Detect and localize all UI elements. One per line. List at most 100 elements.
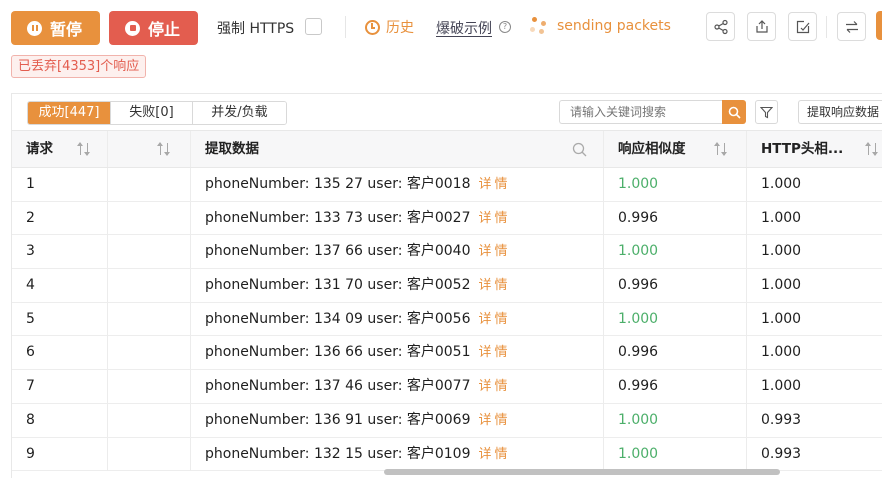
- cell-http: 0.993: [746, 403, 882, 437]
- cell-extract: phoneNumber: 131 70 user: 客户0052 详情: [190, 269, 603, 303]
- cell-http: 1.000: [746, 302, 882, 336]
- spinner-icon: [530, 17, 548, 35]
- cell-similarity: 1.000: [603, 235, 746, 269]
- history-label: 历史: [386, 20, 414, 36]
- extract-text: phoneNumber: 137 46 user: 客户0077: [205, 378, 471, 395]
- sending-status: sending packets: [530, 17, 671, 35]
- stop-button[interactable]: 停止: [109, 11, 198, 45]
- extract-text: phoneNumber: 134 09 user: 客户0056: [205, 310, 471, 327]
- cell-blank: [107, 235, 190, 269]
- column-similarity[interactable]: 响应相似度: [603, 131, 746, 167]
- detail-link[interactable]: 详情: [479, 278, 511, 293]
- cell-blank: [107, 437, 190, 471]
- column-http-header[interactable]: HTTP头相...: [746, 131, 882, 167]
- cell-http: 1.000: [746, 235, 882, 269]
- detail-link[interactable]: 详情: [479, 177, 511, 192]
- cell-request: 2: [26, 209, 35, 226]
- swap-button[interactable]: [837, 12, 866, 41]
- sort-icon[interactable]: [714, 142, 728, 156]
- detail-link[interactable]: 详情: [479, 413, 511, 428]
- cell-request: 8: [26, 411, 35, 428]
- results-table: 请求 提取数据 响应相似度 HTTP头相... 1 phoneNumber: 1…: [12, 130, 882, 472]
- column-extract-data-label: 提取数据: [205, 141, 259, 157]
- table-row[interactable]: 1 phoneNumber: 135 27 user: 客户0018 详情 1.000…: [12, 168, 882, 202]
- search-input[interactable]: [559, 100, 722, 124]
- cell-similarity: 1.000: [603, 302, 746, 336]
- detail-link[interactable]: 详情: [479, 211, 511, 226]
- cell-request: 6: [26, 344, 35, 361]
- cell-blank: [107, 403, 190, 437]
- stop-icon: [125, 20, 140, 36]
- export-button[interactable]: [747, 12, 776, 41]
- column-search-icon[interactable]: [572, 142, 587, 157]
- table-row[interactable]: 7 phoneNumber: 137 46 user: 客户0077 详情 0.996…: [12, 370, 882, 404]
- detail-link[interactable]: 详情: [479, 345, 511, 360]
- detail-link[interactable]: 详情: [479, 379, 511, 394]
- cell-similarity: 0.996: [603, 269, 746, 303]
- edit-button[interactable]: [788, 12, 817, 41]
- divider: [826, 16, 827, 38]
- tab-concurrency[interactable]: 并发/负载: [192, 102, 286, 124]
- extract-response-button[interactable]: 提取响应数据: [798, 100, 882, 124]
- cell-request: 1: [26, 176, 35, 192]
- cell-extract: phoneNumber: 132 15 user: 客户0109 详情: [190, 437, 603, 471]
- stop-label: 停止: [148, 20, 181, 39]
- edit-icon: [796, 20, 809, 33]
- cell-http: 1.000: [746, 370, 882, 404]
- cell-blank: [107, 201, 190, 235]
- column-blank[interactable]: [107, 131, 190, 167]
- column-request[interactable]: 请求: [12, 131, 107, 167]
- detail-link[interactable]: 详情: [479, 447, 511, 462]
- pause-label: 暂停: [50, 20, 83, 39]
- cell-http: 1.000: [746, 168, 882, 201]
- filter-icon: [760, 106, 773, 118]
- history-button[interactable]: 历史: [365, 17, 414, 37]
- table-row[interactable]: 3 phoneNumber: 137 66 user: 客户0040 详情 1.000…: [12, 235, 882, 270]
- table-row[interactable]: 9 phoneNumber: 132 15 user: 客户0109 详情 1.000…: [12, 437, 882, 472]
- horizontal-scrollbar[interactable]: [384, 469, 780, 475]
- detail-link[interactable]: 详情: [479, 312, 511, 327]
- table-row[interactable]: 2 phoneNumber: 133 73 user: 客户0027 详情 0.996…: [12, 201, 882, 236]
- column-request-label: 请求: [26, 141, 53, 157]
- swap-icon: [845, 20, 858, 33]
- tab-success[interactable]: 成功[447]: [28, 102, 110, 124]
- help-icon[interactable]: ?: [499, 21, 511, 33]
- detail-link[interactable]: 详情: [479, 244, 511, 259]
- toolbar: 暂停 停止 强制 HTTPS 历史 爆破示例 ? sending packets: [0, 0, 882, 52]
- force-https-checkbox[interactable]: [305, 18, 322, 35]
- table-body: 1 phoneNumber: 135 27 user: 客户0018 详情 1.000…: [12, 168, 882, 472]
- cell-extract: phoneNumber: 137 46 user: 客户0077 详情: [190, 370, 603, 404]
- cell-extract: phoneNumber: 137 66 user: 客户0040 详情: [190, 235, 603, 269]
- cell-similarity: 0.996: [603, 336, 746, 370]
- table-row[interactable]: 4 phoneNumber: 131 70 user: 客户0052 详情 0.996…: [12, 269, 882, 303]
- sort-icon[interactable]: [865, 142, 879, 156]
- column-http-header-label: HTTP头相...: [761, 141, 844, 157]
- table-row[interactable]: 6 phoneNumber: 136 66 user: 客户0051 详情 0.996…: [12, 336, 882, 371]
- table-header: 请求 提取数据 响应相似度 HTTP头相...: [12, 130, 882, 168]
- example-link[interactable]: 爆破示例: [436, 18, 492, 38]
- export-icon: [755, 19, 768, 33]
- table-row[interactable]: 5 phoneNumber: 134 09 user: 客户0056 详情 1.000…: [12, 302, 882, 337]
- cell-request: 7: [26, 378, 35, 395]
- force-https-label: 强制 HTTPS: [217, 21, 295, 37]
- cell-blank: [107, 336, 190, 370]
- tab-failed[interactable]: 失败[0]: [110, 102, 192, 124]
- cell-similarity: 1.000: [603, 168, 746, 201]
- table-row[interactable]: 8 phoneNumber: 136 91 user: 客户0069 详情 1.000…: [12, 403, 882, 438]
- share-button[interactable]: [706, 12, 735, 41]
- result-tabs: 成功[447] 失败[0] 并发/负载: [27, 101, 287, 125]
- search-button[interactable]: [722, 100, 746, 124]
- cell-http: 1.000: [746, 336, 882, 370]
- filter-button[interactable]: [755, 100, 778, 124]
- column-similarity-label: 响应相似度: [618, 141, 686, 157]
- extract-text: phoneNumber: 136 66 user: 客户0051: [205, 344, 471, 361]
- extract-text: phoneNumber: 135 27 user: 客户0018: [205, 176, 471, 192]
- sort-icon[interactable]: [157, 142, 171, 156]
- status-text: sending packets: [557, 18, 671, 34]
- column-extract-data[interactable]: 提取数据: [190, 131, 603, 167]
- pause-button[interactable]: 暂停: [11, 11, 100, 45]
- cell-similarity: 1.000: [603, 403, 746, 437]
- more-button[interactable]: [876, 11, 882, 40]
- sort-icon[interactable]: [77, 142, 91, 156]
- cell-request: 3: [26, 243, 35, 260]
